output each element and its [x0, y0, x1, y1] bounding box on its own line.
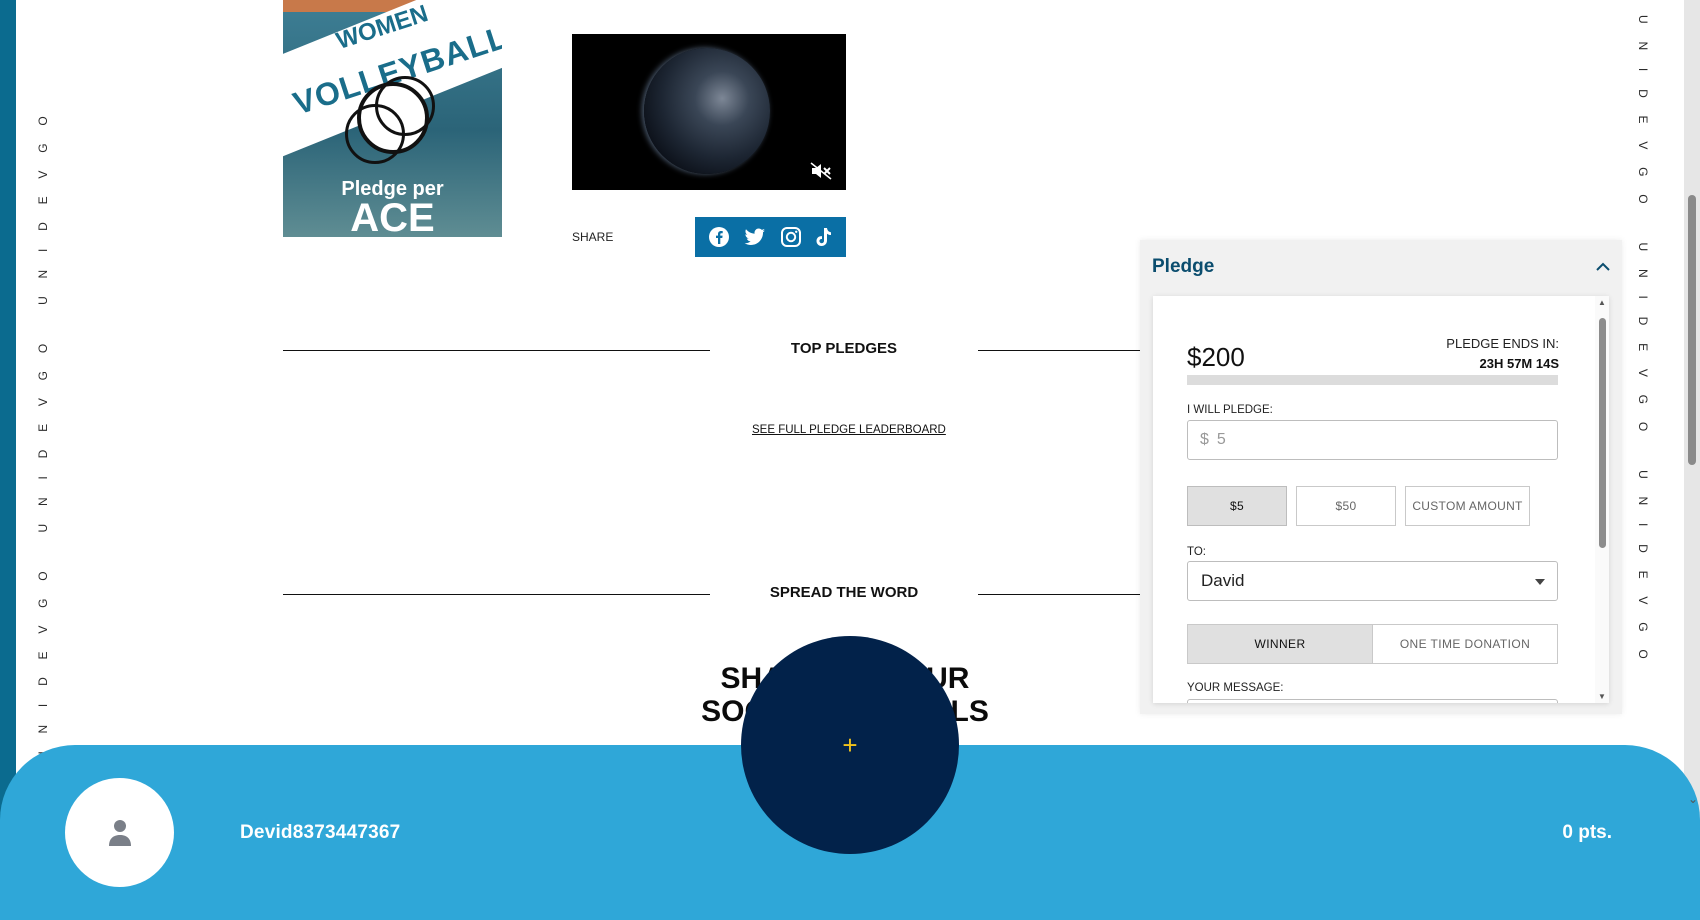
collapse-chevron-icon[interactable] [1596, 262, 1610, 272]
one-time-donation-option[interactable]: ONE TIME DONATION [1372, 625, 1557, 663]
amount-5-button[interactable]: $5 [1187, 486, 1287, 526]
share-bar [695, 217, 846, 257]
user-points: 0 pts. [1562, 822, 1612, 843]
pledge-amount-field[interactable]: $ [1187, 420, 1558, 460]
top-pledges-heading: TOP PLEDGES [790, 340, 898, 357]
facebook-icon[interactable] [708, 226, 730, 248]
section-rule [978, 594, 1140, 595]
message-input[interactable] [1187, 699, 1558, 703]
share-label: SHARE [572, 230, 614, 244]
pledge-ends-label: PLEDGE ENDS IN: [1446, 336, 1559, 351]
pledge-panel: Pledge $200 PLEDGE ENDS IN: 23H 57M 14S … [1140, 240, 1622, 714]
pledge-total: $200 [1187, 342, 1245, 372]
corner-chevron-icon: ⌄ [1687, 792, 1698, 806]
tiktok-icon[interactable] [815, 226, 833, 248]
volleyball-icon [345, 76, 435, 164]
pledge-amount-input[interactable] [1216, 431, 1517, 449]
twitter-icon[interactable] [743, 226, 767, 248]
scrollbar-thumb[interactable] [1688, 195, 1696, 465]
poster-ace: ACE [350, 196, 435, 237]
pledge-scrollbar-thumb[interactable] [1599, 318, 1606, 548]
message-label: YOUR MESSAGE: [1187, 682, 1284, 694]
mute-icon[interactable] [810, 162, 832, 180]
recipient-value: David [1201, 571, 1245, 590]
user-icon [109, 820, 131, 846]
instagram-icon[interactable] [780, 226, 802, 248]
chevron-down-icon [1535, 579, 1545, 585]
to-label: TO: [1187, 546, 1206, 558]
amount-50-button[interactable]: $50 [1296, 486, 1396, 526]
recipient-select[interactable]: David [1187, 561, 1558, 601]
spread-word-heading: SPREAD THE WORD [769, 584, 919, 601]
currency-symbol: $ [1200, 431, 1209, 448]
pledge-form: $200 PLEDGE ENDS IN: 23H 57M 14S I WILL … [1153, 296, 1609, 703]
username: Devid8373447367 [240, 822, 401, 843]
section-rule [978, 350, 1140, 351]
pledge-title: Pledge [1152, 256, 1215, 277]
pledge-progress [1187, 375, 1558, 385]
section-rule [283, 594, 710, 595]
right-rail-text: UNIDEVGO UNIDEVGO UNIDEVGO [1636, 15, 1650, 677]
pledge-scrollbar[interactable]: ▲ ▼ [1595, 296, 1609, 703]
will-pledge-label: I WILL PLEDGE: [1187, 404, 1273, 416]
pledge-countdown: 23H 57M 14S [1479, 356, 1560, 371]
campaign-poster: WOMEN VOLLEYBALL Pledge per ACE [283, 0, 502, 237]
pledge-type-toggle: WINNER ONE TIME DONATION [1187, 624, 1558, 664]
earth-image [644, 48, 770, 174]
custom-amount-button[interactable]: CUSTOM AMOUNT [1405, 486, 1530, 526]
section-rule [283, 350, 710, 351]
page: UNIDEVGO UNIDEVGO UNIDEVGO UNIDEVGO UNID… [0, 0, 1700, 920]
video-player[interactable] [572, 34, 846, 190]
avatar[interactable] [65, 778, 174, 887]
scroll-down-arrow-icon[interactable]: ▼ [1598, 692, 1606, 701]
scroll-up-arrow-icon[interactable]: ▲ [1598, 298, 1606, 307]
winner-option[interactable]: WINNER [1188, 625, 1372, 663]
add-button[interactable]: + [741, 636, 959, 854]
leaderboard-link[interactable]: SEE FULL PLEDGE LEADERBOARD [752, 424, 946, 436]
left-rail-text: UNIDEVGO UNIDEVGO UNIDEVGO [36, 98, 50, 761]
